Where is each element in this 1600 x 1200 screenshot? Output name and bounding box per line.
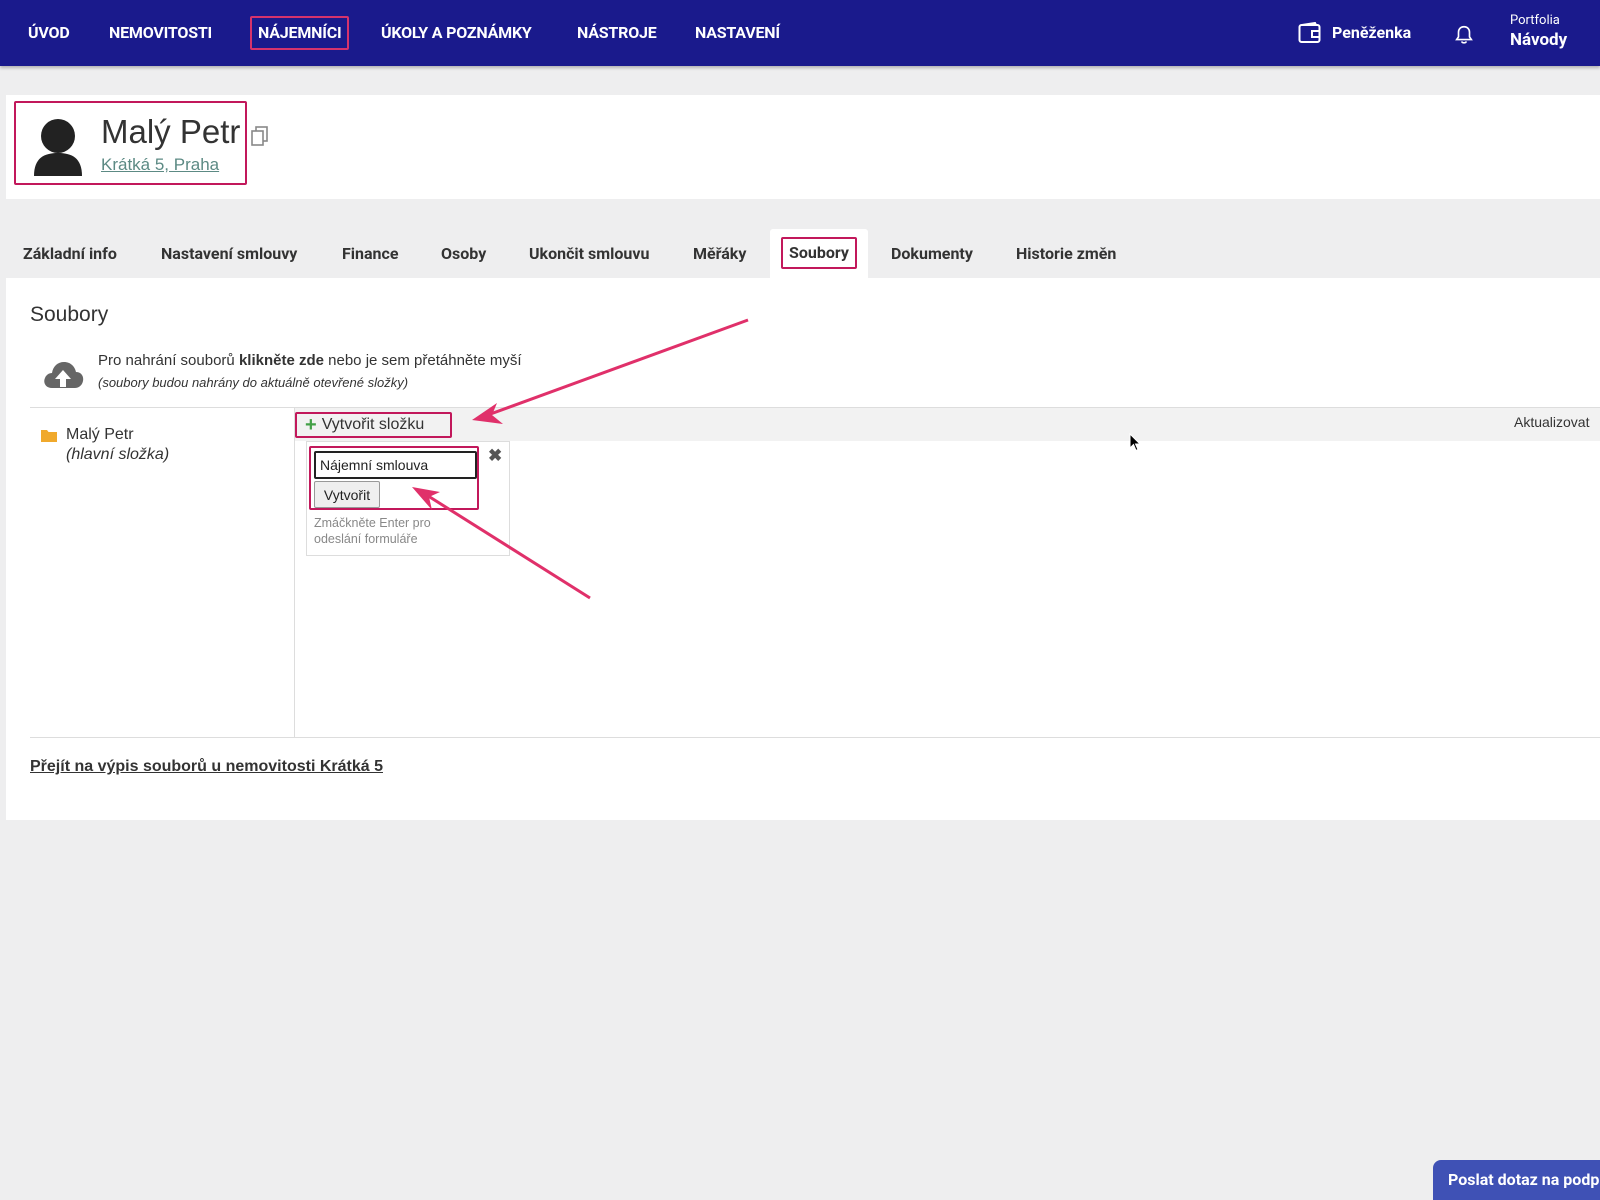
- support-question-button[interactable]: Poslat dotaz na podp: [1433, 1160, 1600, 1200]
- tab-finance[interactable]: Finance: [342, 231, 399, 277]
- cloud-upload-icon[interactable]: [42, 358, 84, 392]
- wallet-button[interactable]: Peněženka: [1298, 20, 1411, 46]
- nav-item-nemovitosti[interactable]: NEMOVITOSTI: [103, 16, 218, 50]
- nav-item-nastaveni[interactable]: NASTAVENÍ: [689, 16, 786, 50]
- tab-nastaveni-smlouvy[interactable]: Nastavení smlouvy: [161, 231, 297, 277]
- popup-highlight-box: [309, 446, 479, 510]
- plus-icon: +: [305, 414, 317, 436]
- wallet-icon: [1298, 22, 1321, 43]
- upload-click-link[interactable]: klikněte zde: [239, 352, 324, 369]
- close-icon[interactable]: ✖: [488, 447, 502, 465]
- nav-item-nastroje[interactable]: NÁSTROJE: [571, 16, 663, 50]
- tab-soubory[interactable]: Soubory: [770, 229, 868, 279]
- enter-hint: Zmáčkněte Enter pro odeslání formuláře: [314, 516, 431, 546]
- tab-meraky[interactable]: Měřáky: [693, 231, 746, 277]
- divider: [294, 407, 295, 737]
- tab-historie-zmen[interactable]: Historie změn: [1016, 231, 1116, 277]
- section-title: Soubory: [30, 303, 109, 326]
- goto-property-files-link[interactable]: Přejít na výpis souborů u nemovitosti Kr…: [30, 758, 383, 776]
- copy-icon[interactable]: [250, 125, 270, 147]
- folder-icon: [41, 430, 57, 442]
- tab-dokumenty[interactable]: Dokumenty: [891, 231, 973, 277]
- portfolio-caption: Portfolia: [1510, 13, 1560, 28]
- tab-zakladni-info[interactable]: Základní info: [23, 231, 117, 277]
- upload-note: (soubory budou nahrány do aktuálně otevř…: [98, 375, 409, 390]
- refresh-link[interactable]: Aktualizovat: [1514, 414, 1589, 430]
- user-avatar-icon: [34, 119, 82, 176]
- nav-item-ukoly-a-poznamky[interactable]: ÚKOLY A POZNÁMKY: [375, 16, 538, 50]
- nav-item-uvod[interactable]: ÚVOD: [22, 16, 76, 50]
- tenant-address-link[interactable]: Krátká 5, Praha: [101, 155, 219, 175]
- upload-text-pre: Pro nahrání souborů: [98, 352, 239, 369]
- mouse-cursor-icon: [1129, 433, 1141, 452]
- portfolio-name: Návody: [1510, 30, 1568, 50]
- files-toolbar: [295, 408, 1600, 441]
- tenant-name: Malý Petr: [101, 113, 241, 150]
- folder-tree-root[interactable]: Malý Petr: [66, 426, 134, 444]
- upload-text-post: nebo je sem přetáhněte myší: [323, 352, 522, 369]
- wallet-label: Peněženka: [1332, 23, 1412, 42]
- bell-icon[interactable]: [1453, 24, 1475, 46]
- tab-osoby[interactable]: Osoby: [441, 231, 486, 277]
- create-folder-label: Vytvořit složku: [321, 416, 425, 433]
- upload-instructions: Pro nahrání souborů klikněte zde nebo je…: [98, 352, 522, 369]
- portfolio-switcher[interactable]: Portfolia Návody: [1510, 13, 1567, 51]
- folder-tree-root-caption: (hlavní složka): [66, 446, 170, 463]
- divider: [30, 737, 1600, 738]
- create-folder-button[interactable]: + Vytvořit složku: [295, 412, 452, 438]
- nav-item-najemnici[interactable]: NÁJEMNÍCI: [250, 16, 350, 50]
- tab-soubory-label: Soubory: [781, 237, 857, 269]
- tab-ukoncit-smlouvu[interactable]: Ukončit smlouvu: [529, 231, 649, 277]
